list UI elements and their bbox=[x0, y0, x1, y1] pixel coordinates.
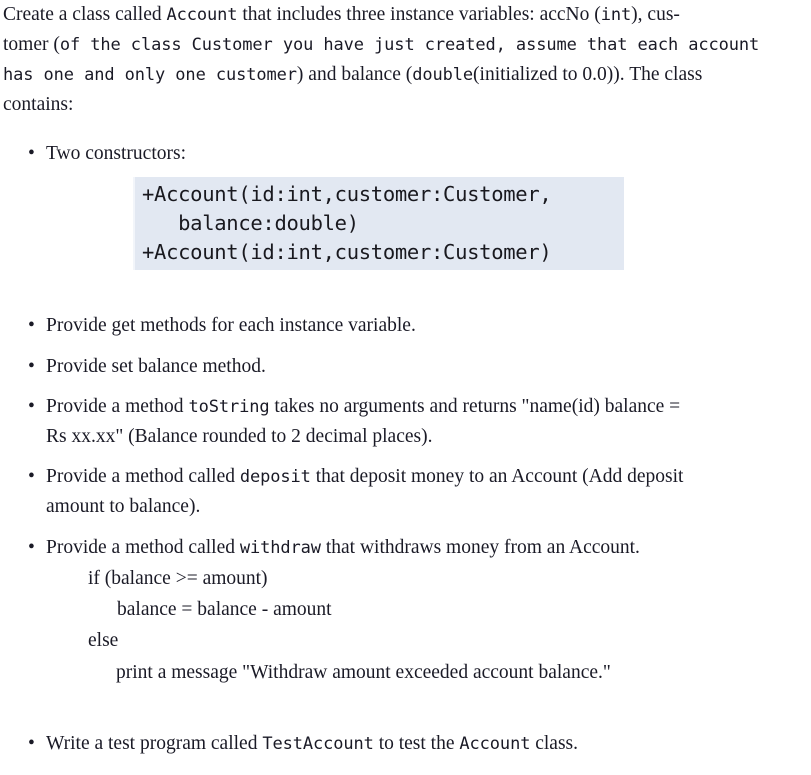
bullet-icon: • bbox=[28, 466, 35, 487]
code-span: deposit bbox=[239, 467, 311, 487]
bullet-icon: • bbox=[28, 143, 35, 164]
intro-line-2: tomer (of the class Customer you have ju… bbox=[3, 30, 808, 60]
list-item-tostring: • Provide a method toString takes no arg… bbox=[28, 392, 768, 451]
text-span: to test the bbox=[373, 733, 460, 754]
bullet-icon: • bbox=[28, 733, 35, 754]
text-span: tomer ( bbox=[3, 34, 60, 55]
text-span: ) and balance ( bbox=[296, 64, 413, 85]
bullet-icon: • bbox=[28, 396, 35, 417]
pseudo-code-print-line: print a message "Withdraw amount exceede… bbox=[116, 662, 611, 683]
code-span: TestAccount bbox=[262, 734, 374, 754]
uml-constructor-box: +Account(id:int,customer:Customer, balan… bbox=[133, 177, 624, 270]
code-span: Account bbox=[459, 734, 531, 754]
text-span: Write a test program called bbox=[46, 733, 263, 754]
code-span: double bbox=[412, 65, 474, 85]
text-span: that deposit money to an Account (Add de… bbox=[310, 466, 684, 487]
list-item-get-methods: • Provide get methods for each instance … bbox=[28, 311, 628, 340]
list-item-withdraw: • Provide a method called withdraw that … bbox=[28, 533, 768, 563]
list-item-test-program: • Write a test program called TestAccoun… bbox=[28, 729, 768, 759]
text-span: Two constructors: bbox=[46, 143, 186, 164]
text-span: (initialized to 0.0)). The class bbox=[473, 64, 703, 85]
code-span: of the class Customer you have just crea… bbox=[59, 35, 760, 55]
list-item-label: Provide get methods for each instance va… bbox=[46, 311, 628, 340]
document-page: Create a class called Account that inclu… bbox=[0, 0, 811, 775]
text-span: that withdraws money from an Account. bbox=[320, 537, 640, 558]
code-span: has one and only one customer bbox=[3, 65, 297, 85]
intro-line-1: Create a class called Account that inclu… bbox=[3, 0, 808, 30]
text-span: Provide a method called bbox=[46, 537, 240, 558]
list-item-label: Two constructors: bbox=[46, 139, 428, 168]
text-span: Provide get methods for each instance va… bbox=[46, 315, 416, 336]
list-item-label: Provide a method called withdraw that wi… bbox=[46, 533, 768, 563]
bullet-icon: • bbox=[28, 315, 35, 336]
bullet-icon: • bbox=[28, 356, 35, 377]
pseudo-code-else-line: else bbox=[88, 630, 119, 651]
list-item-line: Provide a method called deposit that dep… bbox=[46, 462, 768, 492]
list-item-line: Provide a method toString takes no argum… bbox=[46, 392, 768, 422]
text-span: that includes three instance variables: … bbox=[237, 4, 601, 25]
pseudo-code-if-line: if (balance >= amount) bbox=[88, 568, 268, 589]
list-item-two-constructors: • Two constructors: bbox=[28, 139, 428, 168]
text-span: takes no arguments and returns "name(id)… bbox=[269, 396, 681, 417]
text-span: Provide set balance method. bbox=[46, 356, 266, 377]
text-span: amount to balance). bbox=[46, 496, 201, 517]
pseudo-code-assign-line: balance = balance - amount bbox=[117, 599, 332, 620]
uml-code-line: +Account(id:int,customer:Customer, bbox=[142, 182, 552, 206]
code-span: int bbox=[600, 5, 632, 25]
uml-code-line: +Account(id:int,customer:Customer) bbox=[142, 240, 552, 264]
list-item-deposit: • Provide a method called deposit that d… bbox=[28, 462, 768, 521]
code-span: toString bbox=[188, 397, 270, 417]
code-span: withdraw bbox=[239, 538, 321, 558]
text-span: Create a class called bbox=[3, 4, 167, 25]
list-item-label: Provide set balance method. bbox=[46, 352, 628, 381]
text-span: ), cus- bbox=[631, 4, 680, 25]
text-span: Provide a method called bbox=[46, 466, 240, 487]
list-item-line: Rs xx.xx" (Balance rounded to 2 decimal … bbox=[46, 422, 768, 451]
intro-line-3: has one and only one customer) and balan… bbox=[3, 60, 808, 90]
intro-paragraph: Create a class called Account that inclu… bbox=[3, 0, 808, 119]
list-item-label: Write a test program called TestAccount … bbox=[46, 729, 768, 759]
list-item-set-balance: • Provide set balance method. bbox=[28, 352, 628, 381]
text-span: Rs xx.xx" (Balance rounded to 2 decimal … bbox=[46, 426, 433, 447]
list-item-line: amount to balance). bbox=[46, 492, 768, 521]
text-span: class. bbox=[530, 733, 578, 754]
uml-code-line: balance:double) bbox=[142, 211, 359, 235]
text-span: Provide a method bbox=[46, 396, 189, 417]
list-item-label: Provide a method toString takes no argum… bbox=[46, 392, 768, 451]
list-item-label: Provide a method called deposit that dep… bbox=[46, 462, 768, 521]
text-span: contains: bbox=[3, 94, 74, 115]
code-span: Account bbox=[166, 5, 238, 25]
bullet-icon: • bbox=[28, 537, 35, 558]
intro-line-4: contains: bbox=[3, 90, 808, 119]
